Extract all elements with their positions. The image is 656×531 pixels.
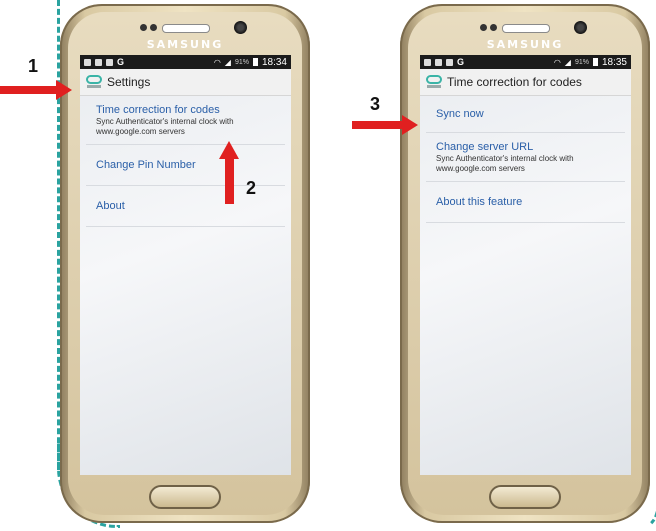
shield-icon bbox=[424, 58, 431, 66]
item-title: Sync now bbox=[436, 108, 484, 120]
arrow-1-shaft bbox=[0, 86, 58, 94]
clock: 18:35 bbox=[601, 56, 627, 68]
earpiece-speaker bbox=[502, 24, 550, 33]
phone-left: SAMSUNG G ◠ ◢ 91% 18:34 Settings Time co… bbox=[60, 4, 310, 523]
callout-number-2: 2 bbox=[246, 178, 257, 198]
callout-number-1: 1 bbox=[28, 56, 39, 76]
arrow-3-head bbox=[402, 115, 418, 135]
sensor-dot bbox=[480, 24, 487, 31]
signal-icon: ◢ bbox=[564, 57, 571, 67]
image-icon bbox=[435, 58, 442, 66]
sync-now-item[interactable]: Sync now bbox=[426, 96, 625, 133]
app-icon bbox=[446, 58, 453, 66]
signal-icon: ◢ bbox=[224, 57, 231, 67]
phone-screen: G ◠ ◢ 91% 18:35 Time correction for code… bbox=[420, 55, 631, 475]
settings-item-time-correction[interactable]: Time correction for codes Sync Authentic… bbox=[86, 96, 285, 145]
app-icon bbox=[106, 58, 113, 66]
status-bar: G ◠ ◢ 91% 18:34 bbox=[80, 55, 291, 69]
home-button[interactable] bbox=[489, 485, 561, 509]
app-bar: Settings bbox=[80, 69, 291, 96]
arrow-1-head bbox=[56, 80, 72, 100]
front-camera bbox=[234, 21, 247, 34]
image-icon bbox=[95, 58, 102, 66]
battery-percent: 91% bbox=[234, 58, 249, 66]
wifi-icon: ◠ bbox=[213, 57, 221, 67]
battery-icon bbox=[592, 58, 598, 66]
item-title: About bbox=[96, 200, 125, 212]
item-subtitle: Sync Authenticator's internal clock with… bbox=[96, 117, 234, 136]
item-title: Change Pin Number bbox=[96, 159, 196, 171]
earpiece-speaker bbox=[162, 24, 210, 33]
callout-number-3: 3 bbox=[370, 94, 381, 114]
item-title: Time correction for codes bbox=[96, 104, 220, 116]
shield-icon bbox=[84, 58, 91, 66]
phone-screen: G ◠ ◢ 91% 18:34 Settings Time correction… bbox=[80, 55, 291, 475]
app-logo-icon[interactable] bbox=[86, 75, 102, 89]
page-title: Time correction for codes bbox=[447, 75, 582, 89]
item-title: About this feature bbox=[436, 196, 523, 208]
app-bar: Time correction for codes bbox=[420, 69, 631, 96]
google-icon: G bbox=[457, 57, 465, 67]
phone-right: SAMSUNG G ◠ ◢ 91% 18:35 Time correction … bbox=[400, 4, 650, 523]
sensor-dot bbox=[150, 24, 157, 31]
arrow-3-shaft bbox=[352, 121, 404, 129]
change-server-url-item[interactable]: Change server URL Sync Authenticator's i… bbox=[426, 133, 625, 182]
status-bar: G ◠ ◢ 91% 18:35 bbox=[420, 55, 631, 69]
app-logo-icon[interactable] bbox=[426, 75, 442, 89]
sensor-dot bbox=[490, 24, 497, 31]
brand-logo: SAMSUNG bbox=[486, 38, 564, 51]
arrow-2-shaft bbox=[225, 158, 234, 204]
front-camera bbox=[574, 21, 587, 34]
clock: 18:34 bbox=[261, 56, 287, 68]
battery-icon bbox=[252, 58, 258, 66]
sensor-dot bbox=[140, 24, 147, 31]
wifi-icon: ◠ bbox=[553, 57, 561, 67]
item-subtitle: Sync Authenticator's internal clock with… bbox=[436, 154, 574, 173]
about-feature-item[interactable]: About this feature bbox=[426, 182, 625, 223]
item-title: Change server URL bbox=[436, 141, 534, 153]
battery-percent: 91% bbox=[574, 58, 589, 66]
brand-logo: SAMSUNG bbox=[146, 38, 224, 51]
home-button[interactable] bbox=[149, 485, 221, 509]
arrow-2-head bbox=[219, 141, 239, 159]
page-title: Settings bbox=[107, 75, 151, 89]
google-icon: G bbox=[117, 57, 125, 67]
